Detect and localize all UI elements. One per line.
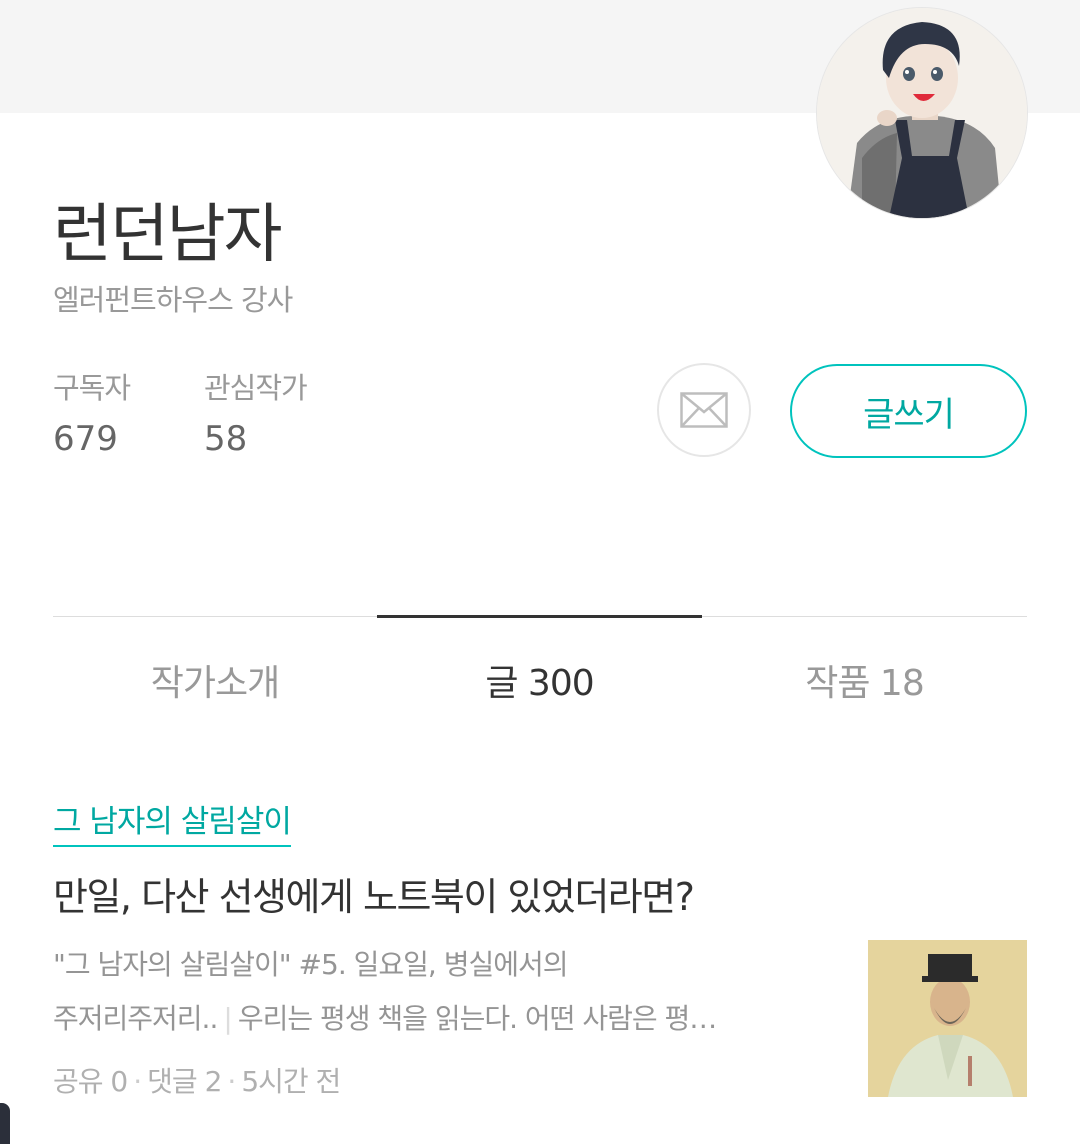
corner-element bbox=[0, 1103, 10, 1144]
author-description: 엘러펀트하우스 강사 bbox=[53, 283, 293, 317]
message-button[interactable] bbox=[657, 363, 751, 457]
post-excerpt[interactable]: "그 남자의 살림살이" #5. 일요일, 병실에서의 주저리주저리.. | 우리는… bbox=[53, 938, 833, 1046]
post-time: 5시간 전 bbox=[241, 1065, 341, 1098]
post-subtitle-end: 주저리주저리.. bbox=[53, 1002, 218, 1035]
write-button[interactable]: 글쓰기 bbox=[790, 364, 1027, 458]
post-excerpt-line1: "그 남자의 살림살이" #5. 일요일, 병실에서의 bbox=[53, 948, 569, 981]
avatar-illustration-icon bbox=[817, 8, 1027, 218]
post-title[interactable]: 만일, 다산 선생에게 노트북이 있었더라면? bbox=[53, 866, 695, 921]
active-tab-indicator bbox=[377, 615, 702, 618]
subscribers-label: 구독자 bbox=[53, 371, 131, 405]
author-name: 런던남자 bbox=[53, 198, 283, 272]
meta-dot: · bbox=[227, 1065, 236, 1098]
tab-author-intro[interactable]: 작가소개 bbox=[53, 654, 377, 704]
favorite-authors-stat[interactable]: 관심작가 58 bbox=[204, 365, 308, 459]
avatar[interactable] bbox=[817, 8, 1027, 218]
comment-count: 댓글 2 bbox=[147, 1065, 222, 1098]
favorite-authors-count: 58 bbox=[204, 419, 248, 459]
share-count: 공유 0 bbox=[53, 1065, 128, 1098]
meta-dot: · bbox=[133, 1065, 142, 1098]
post-meta: 공유 0 · 댓글 2 · 5시간 전 bbox=[53, 1060, 341, 1100]
post-thumbnail[interactable] bbox=[868, 940, 1027, 1097]
favorite-authors-label: 관심작가 bbox=[204, 371, 308, 405]
tab-works[interactable]: 작품 18 bbox=[702, 654, 1027, 704]
subscribers-stat[interactable]: 구독자 679 bbox=[53, 365, 131, 459]
magazine-link[interactable]: 그 남자의 살림살이 bbox=[53, 796, 292, 847]
subscribers-count: 679 bbox=[53, 419, 118, 459]
envelope-icon bbox=[680, 392, 728, 428]
post-body-preview: 우리는 평생 책을 읽는다. 어떤 사람은 평… bbox=[237, 1002, 717, 1035]
tab-posts[interactable]: 글 300 bbox=[377, 654, 702, 704]
post-excerpt-line2: 주저리주저리.. | 우리는 평생 책을 읽는다. 어떤 사람은 평… bbox=[53, 992, 833, 1046]
portrait-painting-icon bbox=[868, 940, 1027, 1097]
excerpt-separator: | bbox=[223, 1002, 232, 1035]
